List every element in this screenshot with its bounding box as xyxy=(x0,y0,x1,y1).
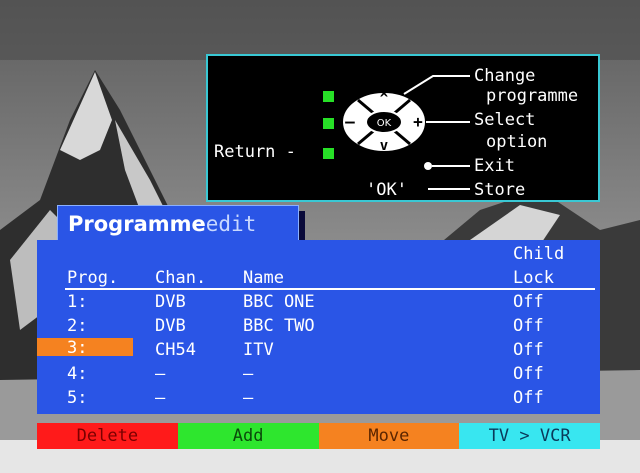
table-row-prog[interactable]: 5: xyxy=(67,388,87,408)
help-select-label: Select xyxy=(474,110,536,130)
table-row-name[interactable]: ITV xyxy=(243,340,274,360)
table-row-lock[interactable]: Off xyxy=(513,364,544,384)
page-title-main: Programme xyxy=(68,212,206,236)
table-row-prog[interactable]: 1: xyxy=(67,292,87,312)
help-ok-key-label: 'OK' xyxy=(366,180,407,200)
table-row-name[interactable]: BBC ONE xyxy=(243,292,315,312)
delete-button[interactable]: Delete xyxy=(37,423,178,449)
table-row-chan[interactable]: – xyxy=(155,388,165,408)
add-button[interactable]: Add xyxy=(177,423,319,449)
help-programme-label: programme xyxy=(486,86,579,106)
page-title-ghost: edit xyxy=(205,212,257,236)
column-header-prog: Prog. xyxy=(67,268,119,288)
indicator-green-icon xyxy=(323,91,334,102)
column-header-chan: Chan. xyxy=(155,268,207,288)
minus-icon: – xyxy=(345,112,355,131)
table-row-name[interactable]: BBC TWO xyxy=(243,316,315,336)
programme-list-panel: Child Prog. Chan. Name Lock 1: DVB BBC O… xyxy=(37,240,600,414)
tv-vcr-button[interactable]: TV > VCR xyxy=(459,423,600,449)
help-option-label: option xyxy=(486,132,548,152)
column-header-lock: Lock xyxy=(513,268,554,288)
plus-icon: + xyxy=(413,112,423,131)
table-row-chan[interactable]: – xyxy=(155,364,165,384)
svg-text:OK: OK xyxy=(377,118,392,129)
page-title: Programmeedit xyxy=(57,205,299,243)
table-row-lock[interactable]: Off xyxy=(513,388,544,408)
table-row-prog[interactable]: 3: xyxy=(67,338,87,358)
table-row-chan[interactable]: DVB xyxy=(155,316,186,336)
move-button[interactable]: Move xyxy=(318,423,460,449)
column-header-name: Name xyxy=(243,268,284,288)
table-row-chan[interactable]: CH54 xyxy=(155,340,196,360)
arrow-down-icon: v xyxy=(380,138,388,154)
indicator-green-icon xyxy=(323,118,334,129)
table-row-lock[interactable]: Off xyxy=(513,292,544,312)
child-lock-header-top: Child xyxy=(513,244,565,264)
exit-dot-icon xyxy=(424,162,432,170)
color-key-bar: Delete Add Move TV > VCR xyxy=(37,423,600,449)
indicator-green-icon xyxy=(323,148,334,159)
table-row-prog[interactable]: 2: xyxy=(67,316,87,336)
arrow-up-icon: ^ xyxy=(380,91,389,107)
help-change-label: Change xyxy=(474,66,536,86)
header-divider xyxy=(65,288,595,290)
table-row-lock[interactable]: Off xyxy=(513,340,544,360)
help-store-label: Store xyxy=(474,180,526,200)
help-exit-label: Exit xyxy=(474,156,515,176)
table-row-lock[interactable]: Off xyxy=(513,316,544,336)
help-return-label: Return - xyxy=(214,142,296,162)
table-row-name[interactable]: – xyxy=(243,388,253,408)
table-row-prog[interactable]: 4: xyxy=(67,364,87,384)
key-guide-panel: OK ^ v – + Change programme Select optio… xyxy=(206,54,600,202)
table-row-name[interactable]: – xyxy=(243,364,253,384)
table-row-chan[interactable]: DVB xyxy=(155,292,186,312)
